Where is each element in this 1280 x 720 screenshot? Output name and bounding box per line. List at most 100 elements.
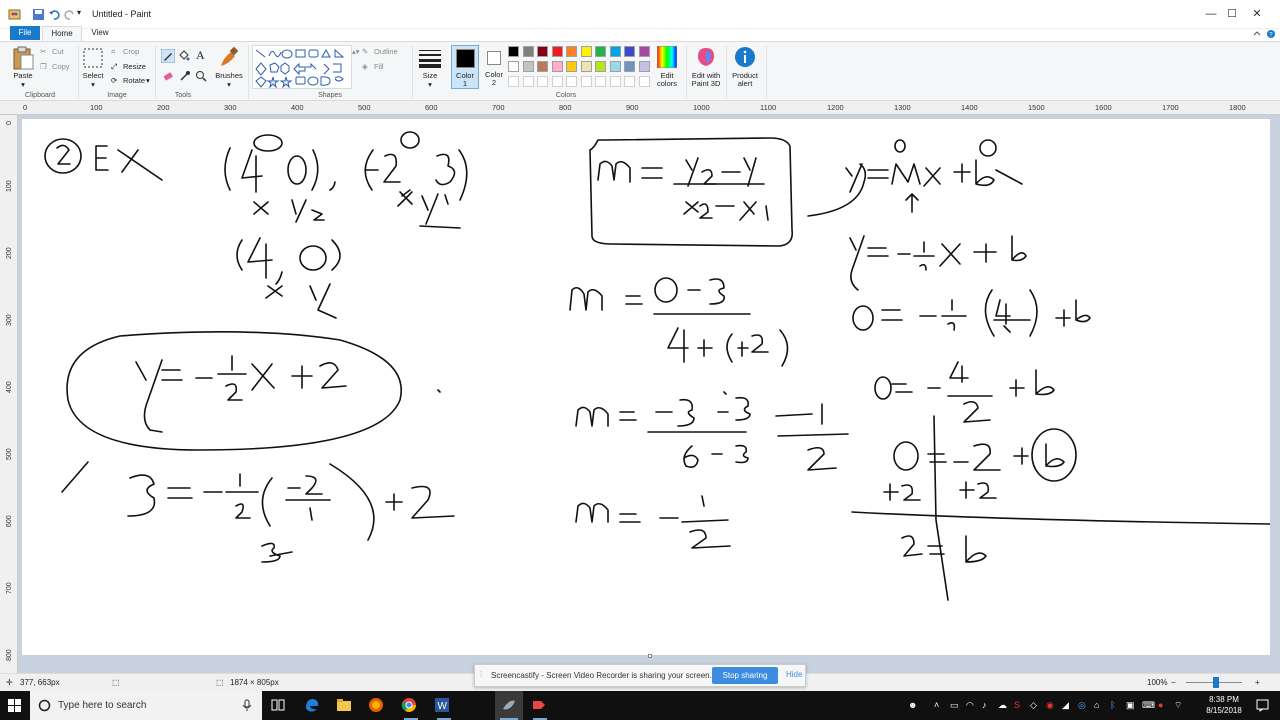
- palette-swatch[interactable]: [638, 46, 650, 57]
- shapes-scroll-icon[interactable]: ▴▾: [352, 47, 360, 56]
- palette-swatch[interactable]: [580, 46, 592, 57]
- palette-swatch[interactable]: [624, 46, 635, 57]
- text-tool-icon[interactable]: A: [196, 48, 205, 63]
- close-button[interactable]: ✕: [1234, 0, 1280, 29]
- palette-swatch[interactable]: [580, 76, 592, 87]
- eraser-icon[interactable]: [162, 70, 174, 82]
- battery-icon[interactable]: ▭: [950, 700, 960, 710]
- drawing-canvas[interactable]: [22, 119, 1270, 655]
- palette-swatch[interactable]: [595, 46, 606, 57]
- tab-file[interactable]: File: [10, 26, 40, 40]
- crop-icon[interactable]: ⌗: [111, 47, 115, 57]
- info-icon[interactable]: [735, 47, 755, 67]
- pencil-icon[interactable]: [161, 49, 175, 63]
- fill-shape-icon[interactable]: ◈: [362, 62, 368, 71]
- palette-swatch[interactable]: [508, 61, 519, 72]
- outline-icon[interactable]: ✎: [362, 47, 368, 56]
- zoom-in-button[interactable]: +: [1255, 678, 1260, 687]
- antivirus-icon[interactable]: ◉: [1046, 700, 1056, 710]
- stop-sharing-button[interactable]: Stop sharing: [712, 667, 778, 684]
- rotate-button[interactable]: Rotate: [123, 76, 145, 85]
- network-icon[interactable]: ◠: [966, 700, 976, 710]
- fill-icon[interactable]: [178, 49, 190, 61]
- volume-icon[interactable]: ♪: [982, 700, 992, 710]
- size-dropdown-icon[interactable]: ▾: [414, 80, 446, 89]
- windows-start-icon[interactable]: [8, 699, 21, 712]
- palette-swatch[interactable]: [551, 61, 563, 72]
- paste-button[interactable]: Paste: [8, 71, 38, 80]
- palette-swatch[interactable]: [609, 76, 621, 87]
- palette-swatch[interactable]: [638, 76, 650, 87]
- taskbar-search-box[interactable]: Type here to search: [30, 691, 262, 720]
- palette-swatch[interactable]: [537, 76, 548, 87]
- wifi-icon[interactable]: ⌔: [1174, 700, 1184, 710]
- cut-icon[interactable]: ✂: [40, 47, 46, 56]
- resize-button[interactable]: Resize: [123, 62, 146, 71]
- magnifier-icon[interactable]: [195, 70, 207, 82]
- color-picker-icon[interactable]: [179, 70, 191, 82]
- drag-handle-icon[interactable]: ⁞: [480, 670, 482, 679]
- palette-swatch[interactable]: [508, 76, 519, 87]
- select-icon[interactable]: [83, 48, 103, 68]
- color1-selector[interactable]: Color 1: [451, 45, 479, 89]
- brushes-dropdown-icon[interactable]: ▾: [212, 80, 246, 89]
- palette-swatch[interactable]: [551, 76, 563, 87]
- palette-swatch[interactable]: [595, 61, 606, 72]
- palette-swatch[interactable]: [595, 76, 606, 87]
- brushes-button[interactable]: Brushes: [212, 71, 246, 80]
- palette-swatch[interactable]: [522, 76, 534, 87]
- rotate-icon[interactable]: ⟳: [111, 76, 117, 85]
- select-dropdown-icon[interactable]: ▾: [78, 80, 108, 89]
- notifications-icon[interactable]: [1256, 699, 1269, 712]
- collapse-ribbon-icon[interactable]: [1252, 29, 1262, 39]
- onedrive-icon[interactable]: ☁: [998, 700, 1008, 710]
- palette-swatch[interactable]: [537, 46, 548, 57]
- shapes-gallery[interactable]: [252, 45, 352, 89]
- paste-dropdown-icon[interactable]: ▾: [8, 80, 38, 89]
- size-button[interactable]: Size: [414, 71, 446, 80]
- tab-view[interactable]: View: [90, 26, 110, 40]
- palette-swatch[interactable]: [508, 46, 519, 57]
- brushes-icon[interactable]: [217, 46, 241, 70]
- resize-icon[interactable]: ⤢: [111, 62, 117, 72]
- sync-icon[interactable]: ◎: [1078, 700, 1088, 710]
- outline-button[interactable]: Outline: [374, 47, 398, 56]
- palette-swatch[interactable]: [566, 76, 577, 87]
- palette-swatch[interactable]: [522, 61, 534, 72]
- copy-icon[interactable]: ❐: [40, 62, 47, 71]
- palette-swatch[interactable]: [566, 61, 577, 72]
- usb-icon[interactable]: ⌂: [1094, 700, 1104, 710]
- keyboard-icon[interactable]: ⌨: [1142, 700, 1155, 710]
- redo-icon[interactable]: [63, 8, 76, 21]
- edit-paint3d-button-line2[interactable]: Paint 3D: [688, 79, 724, 88]
- canvas-resize-handle[interactable]: [648, 654, 652, 658]
- size-icon[interactable]: [419, 48, 441, 68]
- palette-swatch[interactable]: [624, 76, 635, 87]
- paint-taskbar-button[interactable]: [495, 691, 523, 720]
- edge-browser-icon[interactable]: [304, 697, 320, 713]
- firefox-icon[interactable]: [368, 697, 384, 713]
- zoom-slider-thumb[interactable]: [1213, 677, 1219, 688]
- cut-button[interactable]: Cut: [52, 47, 64, 56]
- palette-swatch[interactable]: [609, 61, 621, 72]
- screencastify-icon[interactable]: [531, 697, 547, 713]
- hide-button[interactable]: Hide: [786, 670, 802, 679]
- product-alert-button-line2[interactable]: alert: [727, 79, 763, 88]
- help-icon[interactable]: ?: [1266, 29, 1276, 39]
- palette-swatch[interactable]: [580, 61, 592, 72]
- paint3d-icon[interactable]: [696, 46, 716, 68]
- paste-icon[interactable]: [12, 46, 34, 70]
- show-hidden-icons-icon[interactable]: ˄: [934, 700, 944, 710]
- paint-app-icon[interactable]: [8, 8, 21, 21]
- palette-swatch[interactable]: [522, 46, 534, 57]
- color2-selector[interactable]: Color 2: [481, 45, 507, 89]
- copy-button[interactable]: Copy: [52, 62, 70, 71]
- fill-button[interactable]: Fill: [374, 62, 384, 71]
- customize-qat-icon[interactable]: ▾: [77, 8, 90, 21]
- microphone-icon[interactable]: [242, 699, 252, 712]
- security-icon[interactable]: S: [1014, 700, 1024, 710]
- palette-swatch[interactable]: [551, 46, 563, 57]
- edit-colors-icon[interactable]: [657, 46, 677, 68]
- record-icon[interactable]: ●: [1158, 700, 1168, 710]
- crop-button[interactable]: Crop: [123, 47, 139, 56]
